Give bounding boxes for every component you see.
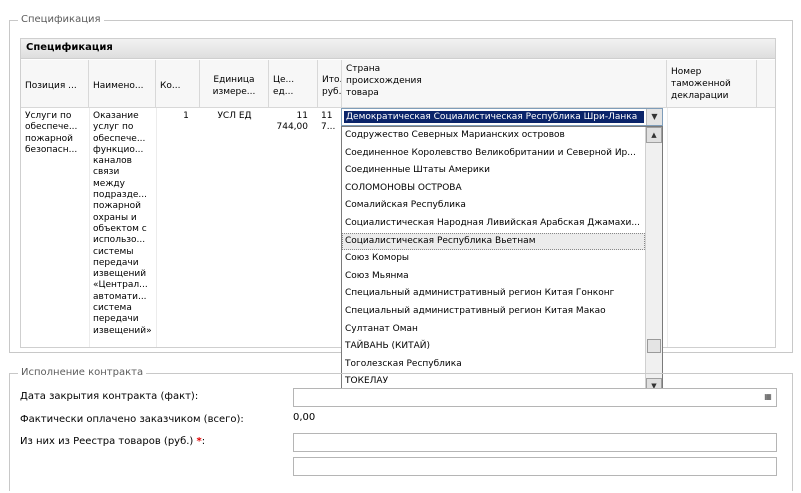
country-option[interactable]: Сомалийская Республика: [342, 197, 645, 215]
column-divider: [667, 108, 668, 347]
column-header-name[interactable]: Наимено...: [89, 60, 156, 108]
registry-amount-input[interactable]: [293, 433, 777, 452]
calendar-icon[interactable]: ▦: [761, 390, 775, 404]
cell-total[interactable]: 11 7...: [318, 111, 342, 134]
country-option[interactable]: Соединенные Штаты Америки: [342, 162, 645, 180]
column-header-customs[interactable]: Номер таможенной декларации: [667, 60, 757, 108]
country-option[interactable]: СОЛОМОНОВЫ ОСТРОВА: [342, 180, 645, 198]
close-date-label: Дата закрытия контракта (факт):: [20, 391, 199, 402]
registry-label-colon: :: [201, 436, 206, 447]
column-header-quantity[interactable]: Ко...: [156, 60, 200, 108]
cell-unit[interactable]: УСЛ ЕД: [200, 111, 269, 122]
contract-legend: Исполнение контракта: [18, 367, 147, 378]
country-option[interactable]: Тоголезская Республика: [342, 356, 645, 374]
paid-total-value: 0,00: [293, 412, 316, 423]
close-date-input[interactable]: ▦: [293, 388, 777, 407]
column-header-price[interactable]: Це... ед...: [269, 60, 318, 108]
country-option[interactable]: Социалистическая Республика Вьетнам: [342, 232, 645, 251]
scrollbar[interactable]: ▲ ▼: [645, 127, 662, 394]
grid-title: Спецификация: [21, 39, 775, 59]
country-options-list[interactable]: Содружество Северных Марианских островов…: [341, 126, 663, 395]
cell-price[interactable]: 11 744,00: [269, 111, 312, 134]
country-option[interactable]: Социалистическая Народная Ливийская Араб…: [342, 215, 645, 233]
country-option[interactable]: Специальный административный регион Кита…: [342, 285, 645, 303]
country-option[interactable]: ТАЙВАНЬ (КИТАЙ): [342, 338, 645, 356]
country-select[interactable]: Демократическая Социалистическая Республ…: [341, 108, 663, 126]
country-option[interactable]: Соединенное Королевство Великобритании и…: [342, 145, 645, 163]
registry-label: Из них из Реестра товаров (руб.) *:: [20, 436, 205, 447]
column-header-country[interactable]: Страна происхождения товара: [342, 60, 667, 108]
country-option[interactable]: Султанат Оман: [342, 321, 645, 339]
scrollbar-thumb[interactable]: [647, 339, 661, 353]
country-option[interactable]: Содружество Северных Марианских островов: [342, 127, 645, 145]
cell-quantity[interactable]: 1: [156, 111, 200, 122]
country-option[interactable]: Союз Коморы: [342, 250, 645, 268]
paid-total-label: Фактически оплачено заказчиком (всего):: [20, 414, 244, 425]
registry-extra-input[interactable]: [293, 457, 777, 476]
registry-label-text: Из них из Реестра товаров (руб.): [20, 436, 194, 447]
column-divider: [156, 108, 157, 347]
country-option[interactable]: Союз Мьянма: [342, 268, 645, 286]
column-header-position[interactable]: Позиция ...: [21, 60, 89, 108]
column-header-total[interactable]: Ито... руб...: [318, 60, 342, 108]
specification-legend: Спецификация: [18, 14, 104, 25]
chevron-down-icon[interactable]: ▼: [646, 109, 662, 125]
column-header-unit[interactable]: Единица измере...: [200, 60, 269, 108]
cell-name[interactable]: Оказание услуг по обеспече... функцио...…: [89, 111, 155, 337]
scroll-up-icon[interactable]: ▲: [646, 127, 662, 143]
column-header-spacer: [757, 60, 775, 108]
country-selected-value: Демократическая Социалистическая Республ…: [344, 111, 644, 123]
cell-position[interactable]: Услуги по обеспече... пожарной безопасн.…: [21, 111, 89, 156]
country-option[interactable]: Специальный административный регион Кита…: [342, 303, 645, 321]
